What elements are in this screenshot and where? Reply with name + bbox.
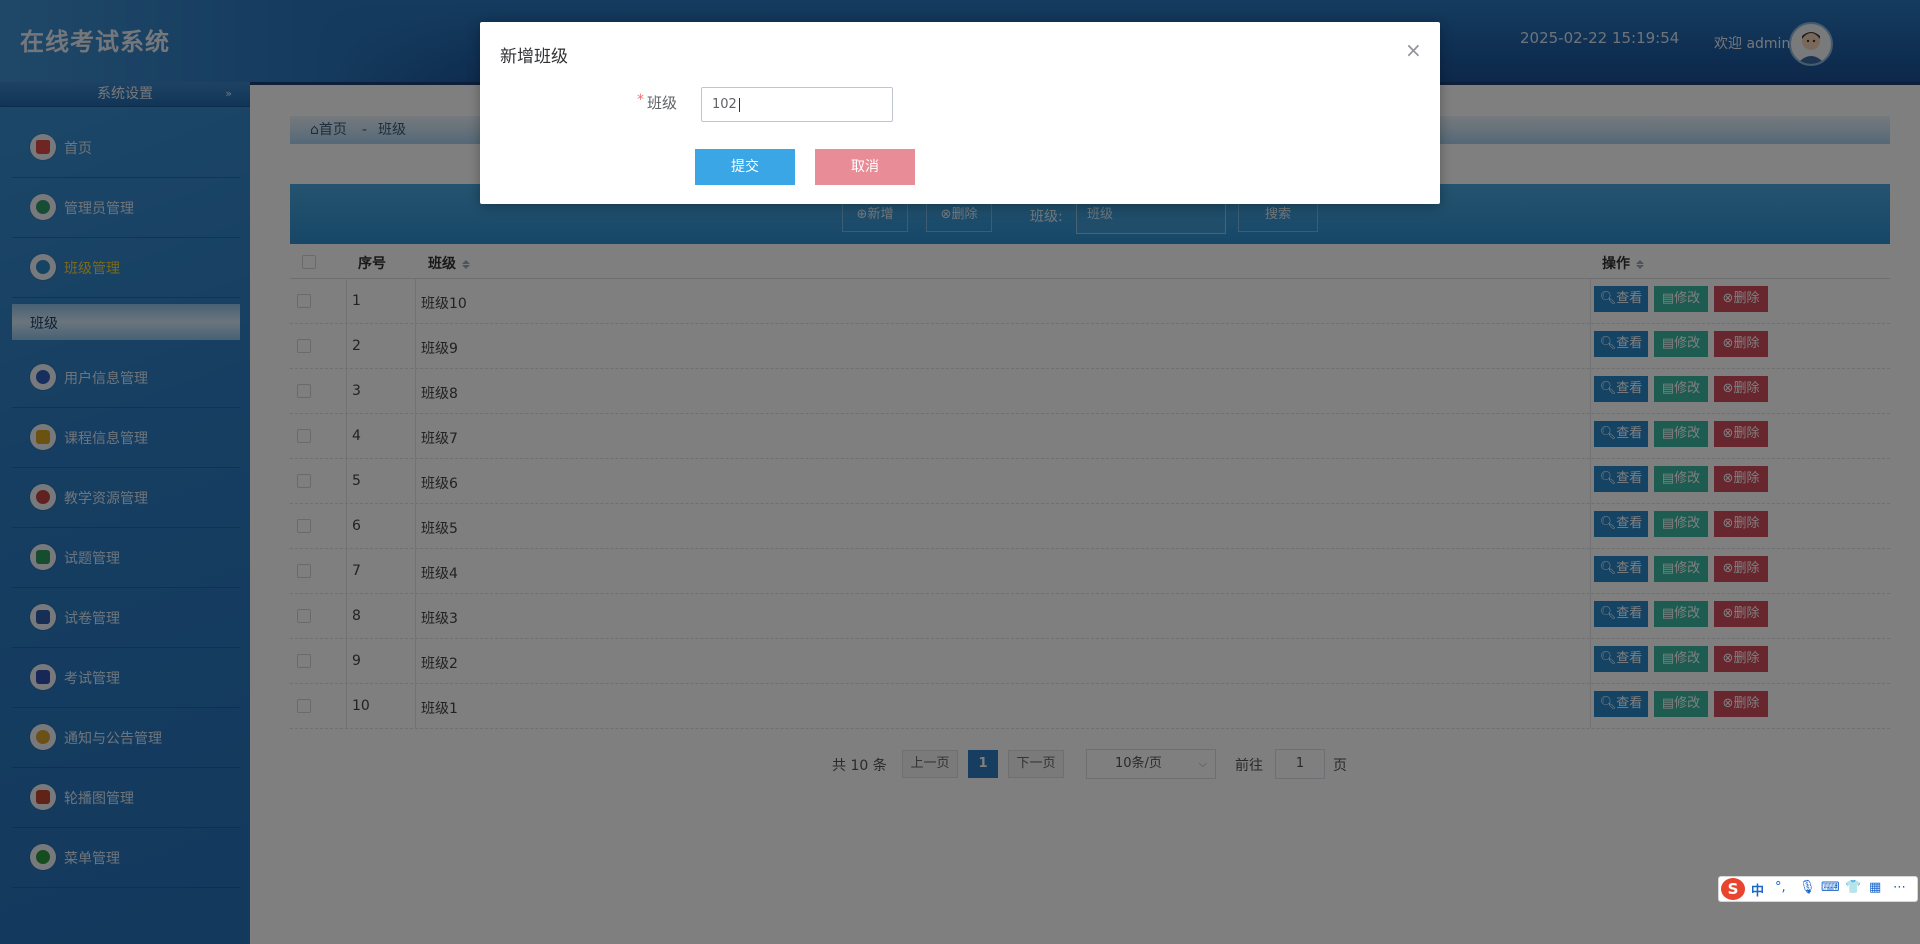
class-name-value: 102 — [712, 97, 737, 112]
text-cursor-icon — [738, 97, 740, 112]
cancel-button[interactable]: 取消 — [815, 149, 915, 185]
toolbox-icon[interactable]: ▦ — [1869, 880, 1881, 895]
add-class-dialog: 新增班级 × * 班级 102 提交 取消 — [480, 22, 1440, 204]
submit-button[interactable]: 提交 — [695, 149, 795, 185]
skin-icon[interactable]: 👕 — [1845, 880, 1861, 895]
class-name-input[interactable]: 102 — [701, 87, 893, 122]
ime-toolbar[interactable]: S 中 °, 🎙 ⌨ 👕 ▦ ⋯ — [1718, 876, 1918, 902]
keyboard-icon[interactable]: ⌨ — [1821, 880, 1840, 895]
dialog-title: 新增班级 — [500, 47, 568, 67]
more-icon[interactable]: ⋯ — [1893, 880, 1906, 895]
ime-mode-toggle[interactable]: 中 — [1751, 880, 1764, 899]
sogou-logo-icon[interactable]: S — [1721, 878, 1745, 900]
microphone-icon[interactable]: 🎙 — [1799, 880, 1816, 895]
class-field-label: 班级 — [647, 94, 678, 112]
punctuation-icon[interactable]: °, — [1775, 880, 1786, 895]
close-icon[interactable]: × — [1405, 40, 1422, 60]
required-mark: * — [637, 92, 644, 108]
